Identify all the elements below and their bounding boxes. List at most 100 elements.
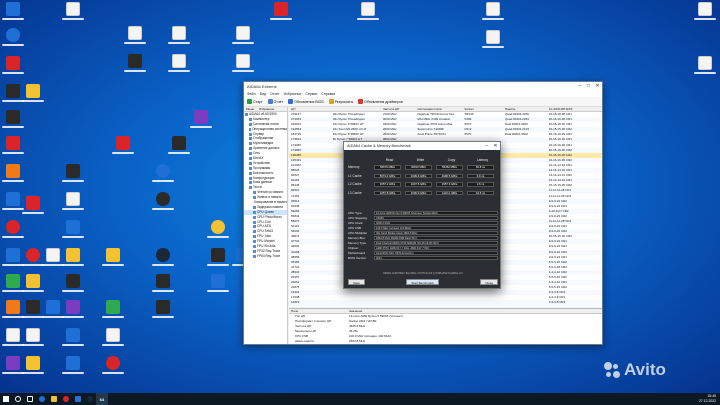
menu-report[interactable]: Отчёт (270, 92, 280, 96)
desktop-icon-37[interactable] (122, 54, 148, 80)
menu-view[interactable]: Вид (260, 92, 266, 96)
desktop-icon-50[interactable] (205, 274, 231, 300)
tree-item[interactable]: FP64 Ray-Trace (244, 254, 287, 259)
col-memory-header[interactable]: Память (505, 107, 549, 111)
maximize-icon[interactable]: □ (584, 82, 593, 91)
desktop-icon-35[interactable] (100, 356, 126, 382)
menu-help[interactable]: Справка (321, 92, 335, 96)
desktop-icon-57[interactable] (480, 30, 506, 56)
desktop-icon-32[interactable] (100, 248, 126, 274)
desktop-icon-30[interactable] (60, 328, 86, 354)
bios-update-button[interactable]: Обновления BIOS (288, 99, 324, 104)
tree-tab-menu[interactable]: Меню (246, 107, 254, 111)
desktop-icon-33[interactable] (100, 300, 126, 326)
system-tray-clock[interactable]: 15:45 27.12.2022 (699, 394, 716, 403)
desktop-icon-45[interactable] (166, 54, 192, 80)
desktop-icon-27[interactable] (60, 248, 86, 274)
desktop-icon-aida64[interactable] (0, 2, 26, 28)
col-latency: Latency (476, 158, 489, 162)
tree-tab-favorites[interactable]: Избранное (259, 107, 274, 111)
desktop-icon-29[interactable] (60, 300, 86, 326)
tree-node-icon (253, 225, 256, 229)
desktop-icon-48[interactable] (205, 220, 231, 246)
taskbar-app-5[interactable] (84, 393, 96, 405)
desktop-icon-31[interactable] (60, 356, 86, 382)
close-icon[interactable]: ✕ (593, 82, 602, 91)
desktop-icon-51[interactable] (230, 26, 256, 52)
desktop-icon-39[interactable] (150, 164, 176, 190)
desktop-icon-58[interactable] (692, 2, 718, 28)
desktop-icon-54[interactable] (268, 2, 294, 28)
benchmark-value: 5074.4 GB/s (374, 173, 401, 179)
start-button[interactable] (0, 393, 12, 405)
taskbar-taskview[interactable] (24, 393, 36, 405)
minimize-icon[interactable]: – (482, 142, 491, 151)
minimize-icon[interactable]: – (575, 82, 584, 91)
col-motherboard-header[interactable]: Системная плата (417, 107, 464, 111)
col-cpu-freq-header[interactable]: Частота ЦП (383, 107, 417, 111)
bios-update-icon (288, 99, 294, 104)
taskbar-app-4[interactable] (72, 393, 84, 405)
col-chipset-header[interactable]: Чипсет (464, 107, 505, 111)
taskbar-app-1[interactable] (36, 393, 48, 405)
desktop-icon-52[interactable] (230, 54, 256, 80)
desktop-icon-6[interactable] (0, 164, 26, 190)
desktop-icon-40[interactable] (150, 192, 176, 218)
benchmark-value: 60.8 ns (467, 165, 494, 170)
tree-node-icon (249, 122, 252, 126)
start-benchmark-button[interactable]: Start Benchmark (406, 279, 439, 285)
taskbar-aida64[interactable]: 64 (96, 393, 108, 405)
desktop-icon-24[interactable] (60, 164, 86, 190)
details-value-header[interactable]: Значение (349, 309, 362, 313)
desktop-icon-47[interactable] (188, 110, 214, 136)
folder-icon (66, 248, 80, 262)
dialog-titlebar[interactable]: AIDA64 Cache & Memory Benchmark – ✕ (344, 142, 500, 150)
desktop-icon-55[interactable] (355, 2, 381, 28)
close-button[interactable]: Close (480, 279, 498, 285)
start-button[interactable]: Старт (247, 99, 263, 104)
desktop-icon-46[interactable] (166, 136, 192, 162)
desktop-icon-14[interactable] (20, 84, 46, 110)
results-button[interactable]: Результаты (328, 99, 353, 104)
desktop-icon-42[interactable] (150, 274, 176, 300)
desktop-icon-19[interactable] (20, 328, 46, 354)
window-titlebar[interactable]: AIDA64 Extreme – □ ✕ (244, 82, 602, 91)
desktop-icon-49[interactable] (205, 248, 231, 274)
table-row[interactable]: 14819 3-3-3-8 CR2 (289, 300, 602, 306)
driver-update-button[interactable]: Обновления драйверов (358, 99, 403, 104)
desktop-icon-1[interactable] (0, 28, 26, 54)
desktop-icon-43[interactable] (150, 300, 176, 326)
col-cpu-header[interactable]: ЦП (289, 107, 333, 111)
menu-favorites[interactable]: Избранное (284, 92, 302, 96)
desktop-icon-25[interactable] (60, 192, 86, 218)
save-button[interactable]: Save (348, 279, 365, 285)
system-info-row: Memory Bus 1864.8 MHz DRAM:FSB Ratio 56:3 (348, 235, 498, 241)
desktop-icon-20[interactable] (20, 356, 46, 382)
desktop-icon-59[interactable] (692, 56, 718, 82)
desktop-icon-44[interactable] (166, 26, 192, 52)
desktop-icon-17[interactable] (20, 274, 46, 300)
desktop-icon-56[interactable] (480, 2, 506, 28)
menu-file[interactable]: Файл (247, 92, 256, 96)
col-timings-header[interactable]: CL-RCD-RP-RAS (549, 107, 602, 111)
menu-tools[interactable]: Сервис (305, 92, 317, 96)
taskbar-app-2[interactable] (48, 393, 60, 405)
desktop-icon-23[interactable] (60, 2, 86, 28)
desktop-icon-28[interactable] (60, 274, 86, 300)
desktop-icon-38[interactable] (110, 136, 136, 162)
details-field-header[interactable]: Поле (289, 309, 349, 313)
desktop-icon-26[interactable] (60, 220, 86, 246)
desktop-icon-34[interactable] (100, 328, 126, 354)
desktop-icon-2[interactable] (0, 56, 26, 82)
taskbar-search[interactable] (12, 393, 24, 405)
desktop-icon-36[interactable] (122, 26, 148, 52)
taskbar-app-3[interactable] (60, 393, 72, 405)
report-button[interactable]: Отчёт (267, 99, 283, 104)
desktop-icon-4[interactable] (0, 110, 26, 136)
close-icon[interactable]: ✕ (491, 142, 500, 151)
desktop-icon-41[interactable] (150, 248, 176, 274)
benchmark-row-label: Memory (348, 165, 360, 170)
desktop-icon-15[interactable] (20, 196, 46, 222)
desktop-icon-8[interactable] (0, 220, 26, 246)
desktop-icon-5[interactable] (0, 136, 26, 162)
